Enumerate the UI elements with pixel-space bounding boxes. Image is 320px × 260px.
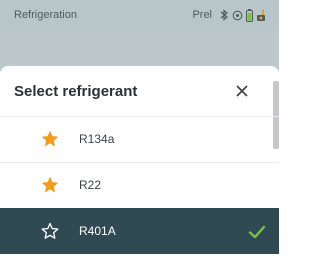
refrigerant-name: R22	[79, 178, 102, 192]
mode-label: Prel	[192, 9, 212, 21]
status-title: Refrigeration	[14, 9, 77, 21]
settings-icon	[232, 10, 243, 21]
close-button[interactable]	[231, 80, 253, 102]
checkmark-icon	[248, 225, 266, 239]
refrigerant-screen: Refrigeration Prel Select refrigerant R1…	[0, 0, 279, 260]
list-item-r134a[interactable]: R134a	[0, 116, 279, 162]
refrigerant-list: R134a R22 R401A	[0, 116, 279, 254]
close-icon	[236, 85, 248, 97]
refrigerant-name: R134a	[79, 132, 115, 146]
refrigerant-sheet: Select refrigerant R134a R22 R401A	[0, 66, 279, 260]
star-filled-icon[interactable]	[40, 175, 60, 195]
list-item-r22[interactable]: R22	[0, 162, 279, 208]
battery-icon	[246, 8, 253, 22]
star-filled-icon[interactable]	[40, 129, 60, 149]
sensor-icon	[256, 9, 267, 22]
star-outline-icon[interactable]	[40, 221, 60, 241]
sheet-header: Select refrigerant	[0, 66, 279, 116]
bluetooth-icon	[219, 9, 229, 21]
sheet-title: Select refrigerant	[14, 83, 138, 100]
refrigerant-name: R401A	[79, 224, 116, 238]
status-indicators: Prel	[192, 6, 267, 24]
list-item-r401a[interactable]: R401A	[0, 208, 279, 254]
status-bar: Refrigeration Prel	[0, 0, 279, 30]
